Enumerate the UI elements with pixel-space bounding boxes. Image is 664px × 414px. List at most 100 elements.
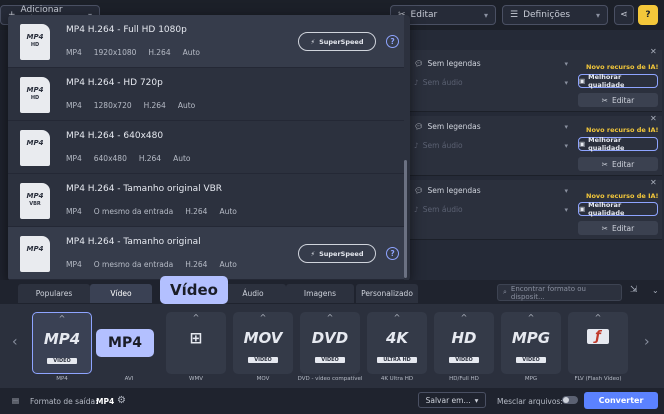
help-button[interactable]: ? [638, 5, 658, 25]
scissors-icon: ✂ [601, 159, 609, 169]
subtitles-value: Sem legendas [427, 59, 481, 68]
help-icon[interactable]: ? [386, 35, 399, 48]
tab-video[interactable]: Vídeo [90, 284, 152, 303]
preset-item[interactable]: MP4 HD MP4 H.264 - HD 720p MP4 1280x720 H.2… [8, 68, 404, 121]
format-flv[interactable]: ^ ƒ [568, 312, 628, 374]
enhance-icon: ▣ [579, 77, 586, 85]
audio-icon: ♪ [414, 78, 419, 87]
scissors-icon: ✂ [601, 95, 609, 105]
format-hd[interactable]: ^ HD VIDEO [434, 312, 494, 374]
preset-info: MP4 O mesmo da entrada H.264 Auto [66, 207, 237, 216]
format-dvd[interactable]: ^ DVD VIDEO [300, 312, 360, 374]
subtitles-value: Sem legendas [427, 186, 481, 195]
edit-button[interactable]: ✂ Editar [578, 157, 658, 171]
chevron-down-icon: ▾ [564, 186, 568, 195]
tooltip-mp4: MP4 [96, 329, 154, 357]
search-placeholder: Encontrar formato ou disposit... [510, 284, 586, 301]
tab-populares[interactable]: Populares [18, 284, 90, 303]
preset-item[interactable]: MP4 HD MP4 H.264 - Full HD 1080p MP4 1920x… [8, 15, 404, 68]
improve-quality-label: Melhorar qualidade [588, 73, 625, 89]
chevron-down-icon: ▾ [564, 205, 568, 214]
preset-item[interactable]: MP4 MP4 H.264 - Tamanho original MP4 O me… [8, 227, 404, 280]
export-icon[interactable]: ⇲ [630, 285, 638, 295]
improve-quality-button[interactable]: ▣ Melhorar qualidade [578, 73, 658, 89]
subtitles-select[interactable]: 💬︎ Sem legendas ▾ [412, 119, 568, 134]
windows-icon: ⊞ [189, 329, 203, 347]
convert-button[interactable]: Converter [584, 392, 658, 409]
tab-audio[interactable]: Áudio [220, 284, 286, 303]
merge-files-toggle[interactable] [562, 396, 578, 404]
speech-icon: 💬︎ [414, 122, 424, 131]
improve-quality-button[interactable]: ▣ Melhorar qualidade [578, 201, 658, 217]
edit-button[interactable]: ✂ Editar [578, 221, 658, 235]
ai-feature-label: Novo recurso de IA! [586, 63, 659, 71]
dropdown-scrollbar[interactable] [404, 160, 407, 278]
format-mpg[interactable]: ^ MPG VIDEO [501, 312, 561, 374]
preset-title: MP4 H.264 - 640x480 [66, 131, 164, 141]
gear-icon[interactable]: ⚙ [117, 395, 126, 406]
preset-info: MP4 O mesmo da entrada H.264 Auto [66, 260, 237, 269]
mp4-file-icon: MP4 [20, 130, 50, 166]
chevron-down-icon: ▾ [564, 122, 568, 131]
chevron-down-icon: ▾ [564, 141, 568, 150]
lightning-icon: ⚡ [310, 37, 316, 46]
format-4k[interactable]: ^ 4K ULTRA HD [367, 312, 427, 374]
chevron-down-icon: ▾ [595, 10, 600, 20]
close-icon[interactable]: ✕ [650, 178, 657, 187]
chevron-down-icon[interactable]: ⌄ [652, 286, 659, 295]
format-mov[interactable]: ^ MOV VIDEO [233, 312, 293, 374]
superspeed-badge[interactable]: ⚡ SuperSpeed [298, 32, 376, 51]
edit-button[interactable]: ✂ Editar [578, 93, 658, 107]
preset-info: MP4 640x480 H.264 Auto [66, 154, 191, 163]
subtitles-select[interactable]: 💬︎ Sem legendas ▾ [412, 56, 568, 71]
enhance-icon: ▣ [579, 140, 586, 148]
superspeed-badge[interactable]: ⚡ SuperSpeed [298, 244, 376, 263]
audio-select[interactable]: ♪ Sem áudio ▾ [412, 202, 568, 217]
improve-quality-button[interactable]: ▣ Melhorar qualidade [578, 136, 658, 152]
save-to-button[interactable]: Salvar em... ▾ [418, 392, 486, 408]
subtitles-value: Sem legendas [427, 122, 481, 131]
tab-imagens[interactable]: Imagens [286, 284, 354, 303]
scissors-icon: ✂ [601, 223, 609, 233]
preset-title: MP4 H.264 - HD 720p [66, 78, 163, 88]
edit-label: Editar [612, 223, 635, 233]
audio-value: Sem áudio [422, 78, 463, 87]
sliders-icon: ☰ [510, 10, 519, 20]
format-mp4[interactable]: ^ MP4 VIDEO [32, 312, 92, 374]
preset-info: MP4 1280x720 H.264 Auto [66, 101, 196, 110]
tab-personalizado[interactable]: Personalizado [356, 284, 418, 303]
output-format-icon: ▤ [12, 396, 20, 405]
format-label: FLV (Flash Vídeo) [574, 376, 622, 382]
speech-icon: 💬︎ [414, 186, 424, 195]
preset-item[interactable]: MP4 VBR MP4 H.264 - Tamanho original VBR … [8, 174, 404, 227]
close-icon[interactable]: ✕ [650, 114, 657, 123]
help-icon[interactable]: ? [386, 247, 399, 260]
format-search-input[interactable]: ⌕ Encontrar formato ou disposit... [497, 284, 622, 301]
mp4-file-icon: MP4 VBR [20, 183, 50, 219]
preset-item[interactable]: MP4 MP4 H.264 - 640x480 MP4 640x480 H.264 A… [8, 121, 404, 174]
chevron-down-icon: ▾ [474, 395, 479, 405]
preset-title: MP4 H.264 - Tamanho original VBR [66, 184, 223, 194]
merge-files-label: Mesclar arquivos: [497, 397, 563, 406]
audio-icon: ♪ [414, 141, 419, 150]
chevron-left-icon[interactable]: ‹ [12, 334, 18, 350]
settings-dropdown[interactable]: ☰ Definições ▾ [502, 5, 608, 25]
preset-title: MP4 H.264 - Tamanho original [66, 237, 201, 247]
mp4-file-icon: MP4 HD [20, 24, 50, 60]
subtitles-select[interactable]: 💬︎ Sem legendas ▾ [412, 183, 568, 198]
mp4-file-icon: MP4 HD [20, 77, 50, 113]
audio-select[interactable]: ♪ Sem áudio ▾ [412, 75, 568, 90]
chevron-down-icon: ▾ [483, 10, 488, 20]
audio-select[interactable]: ♪ Sem áudio ▾ [412, 138, 568, 153]
chevron-right-icon[interactable]: › [644, 334, 650, 350]
share-icon: ⋖ [620, 10, 628, 20]
lightning-icon: ⚡ [310, 249, 316, 258]
audio-value: Sem áudio [422, 205, 463, 214]
improve-quality-label: Melhorar qualidade [588, 201, 625, 217]
ai-feature-label: Novo recurso de IA! [586, 126, 659, 134]
preset-dropdown: MP4 HD MP4 H.264 - Full HD 1080p MP4 1920x… [8, 15, 410, 281]
format-wmv[interactable]: ^ ⊞ [166, 312, 226, 374]
share-button[interactable]: ⋖ [614, 5, 634, 25]
preset-title: MP4 H.264 - Full HD 1080p [66, 25, 187, 35]
close-icon[interactable]: ✕ [650, 47, 657, 56]
